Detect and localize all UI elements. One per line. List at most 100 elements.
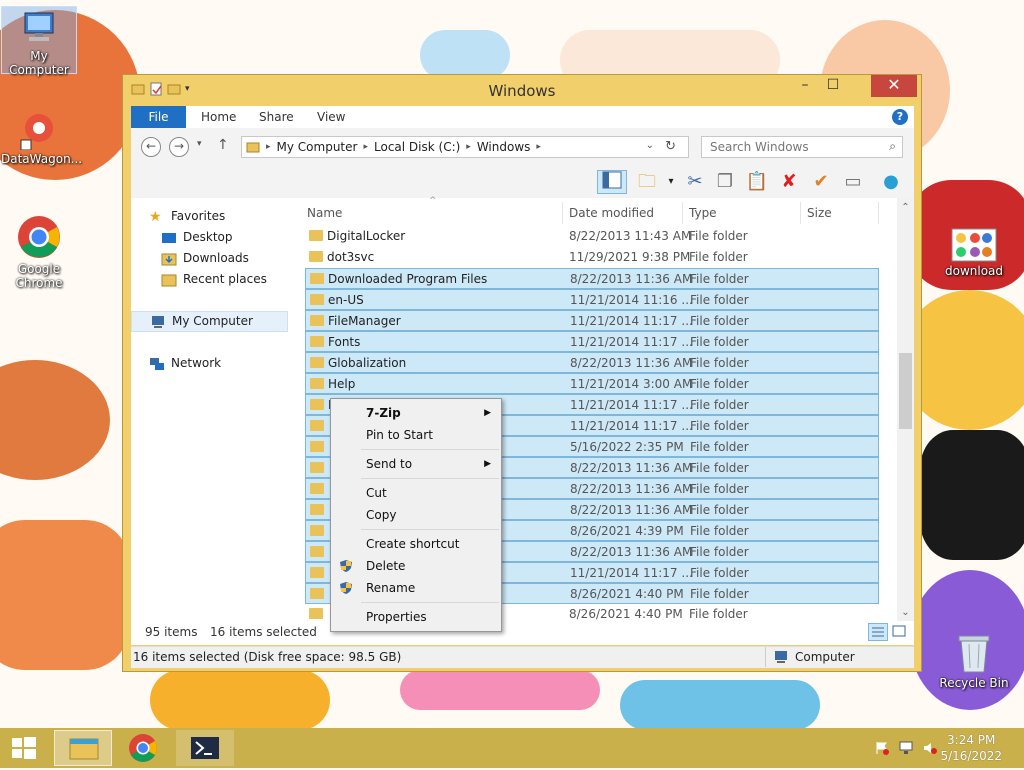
check-button[interactable]: ✔ — [809, 170, 833, 194]
paste-button[interactable]: 📋 — [745, 170, 769, 194]
computer-icon — [24, 12, 54, 41]
action-center-flag-icon[interactable] — [874, 741, 890, 755]
column-header-name[interactable]: Name — [301, 202, 563, 224]
folder-icon — [309, 608, 323, 619]
network-globe-button[interactable]: ● — [879, 170, 903, 194]
copy-button[interactable]: ❐ — [713, 170, 737, 194]
taskbar-chrome[interactable] — [114, 730, 172, 766]
status-divider — [765, 647, 766, 667]
nav-desktop[interactable]: Desktop — [161, 227, 233, 248]
rename-button[interactable]: ▭ — [841, 170, 865, 194]
title-bar[interactable]: ▾ Windows – ☐ ✕ — [123, 75, 921, 105]
column-header-size[interactable]: Size — [801, 202, 879, 224]
desktop-icon-my-computer[interactable]: My Computer — [1, 6, 77, 77]
column-header-type[interactable]: Type — [683, 202, 801, 224]
scroll-up-arrow-icon[interactable]: ⌃ — [897, 202, 914, 213]
menu-label: Copy — [366, 508, 397, 522]
back-button[interactable]: ← — [141, 137, 161, 157]
wallpaper-shape — [920, 430, 1024, 560]
wallpaper-shape — [620, 680, 820, 730]
forward-button[interactable]: → — [169, 137, 189, 157]
large-icons-view-button[interactable] — [890, 623, 910, 641]
context-menu: 7-Zip ▶ Pin to Start Send to ▶ Cut Copy … — [330, 398, 502, 632]
folder-properties-button[interactable]: 🗀 — [635, 170, 659, 194]
submenu-arrow-icon: ▶ — [484, 459, 491, 469]
table-row[interactable]: dot3svc 11/29/2021 9:38 PM File folder — [305, 247, 879, 268]
cut-button[interactable]: ✂ — [683, 170, 707, 194]
large-icons-view-icon — [892, 625, 906, 637]
delete-button[interactable]: ✘ — [777, 170, 801, 194]
taskbar-file-explorer[interactable] — [54, 730, 112, 766]
table-row[interactable]: en-US 11/21/2014 11:16 ... File folder — [305, 289, 879, 310]
folder-check-icon: 🗀 — [638, 171, 656, 192]
desktop-icon-google-chrome[interactable]: Google Chrome — [1, 214, 77, 290]
search-input[interactable]: Search Windows ⌕ — [701, 136, 903, 158]
tab-view[interactable]: View — [307, 106, 355, 128]
chrome-icon — [18, 216, 60, 258]
breadcrumb-windows[interactable]: Windows — [477, 140, 531, 154]
file-type: File folder — [690, 545, 749, 559]
date-modified: 8/22/2013 11:36 AM — [570, 272, 693, 286]
address-bar[interactable]: ▸ My Computer ▸ Local Disk (C:) ▸ Window… — [241, 136, 689, 158]
nav-my-computer[interactable]: My Computer — [131, 311, 288, 332]
downloads-folder-icon — [161, 253, 177, 265]
date-modified: 8/26/2021 4:39 PM — [570, 524, 684, 538]
menu-item-cut[interactable]: Cut — [333, 482, 499, 504]
scrollbar-thumb[interactable] — [899, 353, 912, 429]
preview-pane-button[interactable] — [597, 170, 627, 194]
table-row[interactable]: FileManager 11/21/2014 11:17 ... File fold… — [305, 310, 879, 331]
address-dropdown-chevron-icon[interactable]: ⌄ — [646, 140, 654, 151]
maximize-button[interactable]: ☐ — [819, 75, 847, 97]
table-row[interactable]: Fonts 11/21/2014 11:17 ... File folder — [305, 331, 879, 352]
taskbar-powershell[interactable] — [176, 730, 234, 766]
nav-network[interactable]: Network — [149, 353, 221, 374]
wallpaper-shape — [0, 520, 130, 670]
menu-item-rename[interactable]: Rename — [333, 577, 499, 599]
nav-favorites[interactable]: ★ Favorites — [149, 206, 225, 227]
menu-item-7zip[interactable]: 7-Zip ▶ — [333, 402, 499, 424]
vertical-scrollbar[interactable]: ⌃ ⌄ — [897, 198, 914, 644]
table-row[interactable]: DigitalLocker 8/22/2013 11:43 AM File fold… — [305, 226, 879, 247]
menu-item-pin-to-start[interactable]: Pin to Start — [333, 424, 499, 446]
tab-share[interactable]: Share — [249, 106, 304, 128]
tab-file[interactable]: File — [131, 106, 186, 128]
minimize-button[interactable]: – — [791, 75, 819, 97]
desktop-icon-recycle-bin[interactable]: Recycle Bin — [936, 632, 1012, 690]
scroll-down-arrow-icon[interactable]: ⌄ — [897, 607, 914, 618]
menu-item-delete[interactable]: Delete — [333, 555, 499, 577]
disk-status-bar: 16 items selected (Disk free space: 98.5… — [131, 646, 914, 668]
help-button[interactable]: ? — [892, 109, 908, 125]
table-row[interactable]: Globalization 8/22/2013 11:36 AM File fold… — [305, 352, 879, 373]
nav-downloads[interactable]: Downloads — [161, 248, 249, 269]
file-explorer-icon — [69, 738, 99, 760]
system-clock[interactable]: 3:24 PM 5/16/2022 — [940, 732, 1002, 764]
start-button[interactable] — [0, 730, 48, 766]
table-row[interactable]: Downloaded Program Files 8/22/2013 11:36 … — [305, 268, 879, 289]
tab-home[interactable]: Home — [191, 106, 246, 128]
close-button[interactable]: ✕ — [871, 75, 917, 97]
table-row[interactable]: Help 11/21/2014 3:00 AM File folder — [305, 373, 879, 394]
network-status-icon[interactable] — [898, 741, 914, 755]
menu-item-send-to[interactable]: Send to ▶ — [333, 453, 499, 475]
close-icon: ✕ — [887, 75, 901, 94]
menu-item-copy[interactable]: Copy — [333, 504, 499, 526]
menu-item-create-shortcut[interactable]: Create shortcut — [333, 533, 499, 555]
menu-item-properties[interactable]: Properties — [333, 606, 499, 628]
column-header-date[interactable]: Date modified — [563, 202, 683, 224]
recent-locations-chevron-icon[interactable]: ▾ — [197, 139, 202, 149]
volume-muted-icon[interactable] — [922, 741, 938, 755]
desktop-icon-datawagon[interactable]: DataWagon... — [1, 110, 82, 166]
breadcrumb-local-disk[interactable]: Local Disk (C:) — [374, 140, 460, 154]
desktop-icon — [162, 232, 176, 243]
details-view-button[interactable] — [868, 623, 888, 641]
breadcrumb-separator-icon: ▸ — [536, 142, 541, 152]
search-icon[interactable]: ⌕ — [889, 139, 896, 154]
desktop-icon-download[interactable]: download — [936, 228, 1012, 278]
toolbar-dropdown[interactable]: ▾ — [659, 170, 683, 194]
menu-label: Create shortcut — [366, 537, 460, 551]
breadcrumb-my-computer[interactable]: My Computer — [277, 140, 358, 154]
file-name: dot3svc — [327, 250, 375, 264]
nav-recent-places[interactable]: Recent places — [161, 269, 267, 290]
up-arrow-icon[interactable]: ↑ — [217, 137, 229, 153]
refresh-icon[interactable]: ↻ — [665, 139, 676, 154]
